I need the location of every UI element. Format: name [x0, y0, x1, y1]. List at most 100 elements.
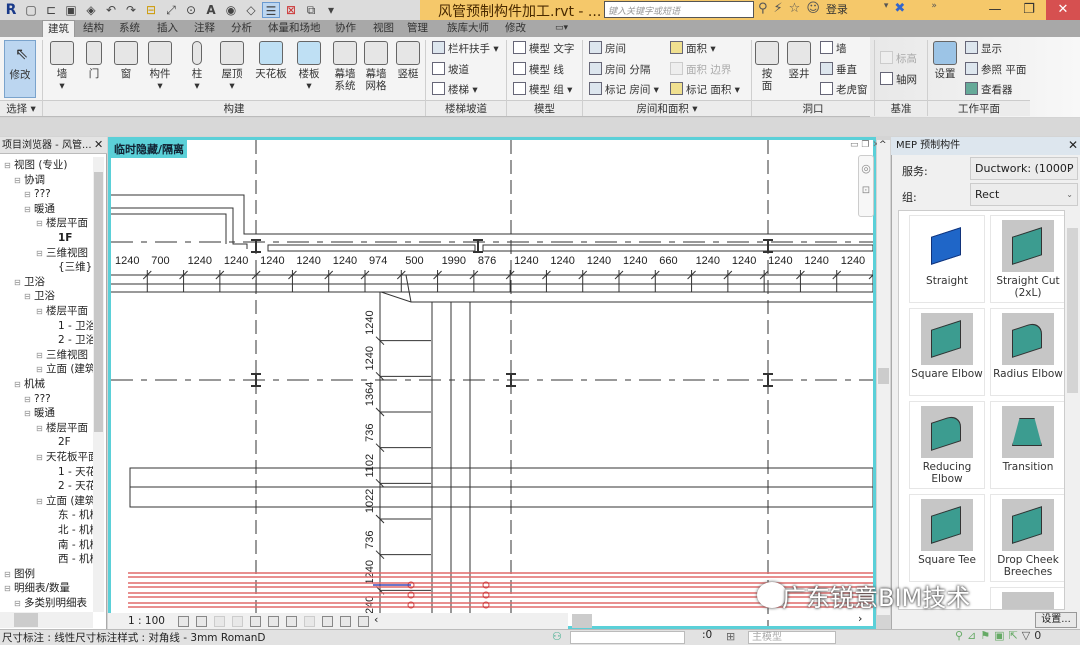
tab-insert[interactable]: 插入: [152, 20, 183, 37]
tree-item[interactable]: 1F: [58, 231, 72, 246]
tree-item[interactable]: 楼层平面: [46, 421, 88, 436]
highlight-displacement-icon[interactable]: [358, 616, 369, 627]
by-face-button[interactable]: 按 面: [753, 39, 781, 92]
view-scale[interactable]: 1 : 100: [128, 613, 165, 630]
part-transition[interactable]: Transition: [990, 401, 1064, 489]
tree-item[interactable]: 暖通: [34, 202, 55, 217]
text-icon[interactable]: A: [202, 2, 220, 18]
grid-button[interactable]: 轴网: [880, 71, 917, 89]
tag-icon[interactable]: ⊙: [182, 2, 200, 18]
stair-button[interactable]: 楼梯 ▾: [432, 81, 478, 99]
close-button[interactable]: ✕: [1046, 0, 1080, 20]
railing-button[interactable]: 栏杆扶手 ▾: [432, 40, 499, 58]
tree-item[interactable]: 卫浴: [24, 275, 45, 290]
shaft-button[interactable]: 竖井: [783, 39, 815, 80]
area-button[interactable]: 面积 ▾: [670, 40, 716, 58]
customize-icon[interactable]: ▾: [322, 2, 340, 18]
tree-item[interactable]: 三维视图: [46, 348, 88, 363]
browser-hscroll-thumb[interactable]: [14, 613, 38, 627]
viewer-button[interactable]: 查看器: [965, 81, 1013, 99]
tree-item[interactable]: {三维}: [58, 260, 92, 275]
revit-logo-icon[interactable]: R: [2, 2, 20, 18]
show-crop-icon[interactable]: [268, 616, 279, 627]
redo-icon[interactable]: ↷: [122, 2, 140, 18]
part-more[interactable]: [990, 587, 1064, 609]
service-dropdown[interactable]: Ductwork: (1000P ⌄: [970, 157, 1078, 180]
gallery-scroll-thumb[interactable]: [1067, 228, 1078, 393]
part-reducing-elbow[interactable]: Reducing Elbow: [909, 401, 985, 489]
room-button[interactable]: 房间: [589, 40, 626, 58]
more-icon[interactable]: »: [931, 1, 937, 17]
detail-level-icon[interactable]: [178, 616, 189, 627]
browser-scroll-thumb[interactable]: [94, 172, 103, 432]
tab-architecture[interactable]: 建筑: [42, 20, 75, 37]
expand-toggle-icon[interactable]: ⊟: [4, 584, 11, 593]
tree-item[interactable]: ???: [34, 187, 51, 202]
minimize-view-icon[interactable]: ▭: [850, 140, 859, 150]
reveal-hidden-icon[interactable]: [322, 616, 333, 627]
visual-style-icon[interactable]: [196, 616, 207, 627]
panel-room-area[interactable]: 房间和面积 ▾: [583, 100, 751, 116]
expand-toggle-icon[interactable]: ⊟: [24, 395, 31, 404]
crop-view-icon[interactable]: [250, 616, 261, 627]
lock-3d-icon[interactable]: [286, 616, 297, 627]
ref-plane-button[interactable]: 参照 平面: [965, 61, 1026, 79]
search-input[interactable]: 键入关键字或短语: [604, 1, 754, 18]
tree-item[interactable]: 天花板平面: [46, 450, 99, 465]
design-options-icon[interactable]: ⊞: [726, 630, 735, 643]
expand-toggle-icon[interactable]: ⊟: [36, 365, 43, 374]
collapse-viewbar-icon[interactable]: ‹: [374, 613, 378, 626]
tab-view[interactable]: 视图: [368, 20, 399, 37]
expand-toggle-icon[interactable]: ⊟: [14, 176, 21, 185]
select-pinned-icon[interactable]: ⚑: [980, 629, 994, 642]
tree-item[interactable]: 机械: [24, 377, 45, 392]
close-hidden-icon[interactable]: ⊠: [282, 2, 300, 18]
tab-massing-site[interactable]: 体量和场地: [263, 20, 326, 37]
expand-toggle-icon[interactable]: ⊟: [24, 205, 31, 214]
tag-area-button[interactable]: 标记 面积 ▾: [670, 81, 740, 99]
level-button[interactable]: 标高: [880, 50, 917, 68]
3d-view-icon[interactable]: ◉: [222, 2, 240, 18]
ramp-button[interactable]: 坡道: [432, 61, 469, 79]
expand-toggle-icon[interactable]: ⊟: [4, 570, 11, 579]
tree-item[interactable]: 协调: [24, 173, 45, 188]
part-square-tee[interactable]: Square Tee: [909, 494, 985, 582]
expand-toggle-icon[interactable]: ⊟: [36, 307, 43, 316]
design-option-dropdown[interactable]: 主模型: [748, 631, 836, 644]
part-straight-cut[interactable]: Straight Cut (2xL): [990, 215, 1064, 303]
modify-button[interactable]: ⇖ 修改: [4, 40, 36, 98]
expand-toggle-icon[interactable]: ⊟: [36, 424, 43, 433]
tab-modify[interactable]: 修改: [500, 20, 531, 37]
drawing-view[interactable]: 1240 700 1240 1240 1240 1240 1240 974 500 1990 876…: [108, 137, 876, 629]
tree-item[interactable]: 暖通: [34, 406, 55, 421]
select-underlay-icon[interactable]: ⊿: [967, 629, 980, 642]
tree-item[interactable]: 视图 (专业): [14, 158, 68, 173]
tab-family-library[interactable]: 族库大师: [442, 20, 494, 37]
tree-item[interactable]: 立面 (建筑: [46, 362, 95, 377]
curtain-grid-button[interactable]: 幕墙 网格: [358, 39, 394, 92]
tree-item[interactable]: 2F: [58, 435, 71, 450]
view-vscroll-thumb[interactable]: [878, 368, 889, 384]
dropdown-icon[interactable]: ▾: [884, 1, 889, 17]
tree-item[interactable]: ???: [34, 392, 51, 407]
part-radius-elbow[interactable]: Radius Elbow: [990, 308, 1064, 396]
binoculars-icon[interactable]: ⚲: [758, 1, 768, 17]
model-group-button[interactable]: 模型 组 ▾: [513, 81, 572, 99]
roof-button[interactable]: 屋顶 ▾: [214, 39, 250, 92]
minimize-button[interactable]: —: [978, 0, 1012, 20]
tree-item[interactable]: 楼层平面: [46, 216, 88, 231]
tree-item[interactable]: 2 - 天花: [58, 479, 96, 494]
tree-item[interactable]: 1 - 卫浴: [58, 319, 96, 334]
view-hscroll-thumb[interactable]: [572, 614, 592, 628]
mullion-button[interactable]: 竖梃: [390, 39, 426, 80]
login-button[interactable]: 登录: [826, 1, 848, 17]
tree-item[interactable]: 三维视图: [46, 246, 88, 261]
tab-manage[interactable]: 管理: [402, 20, 433, 37]
door-button[interactable]: 门: [76, 39, 112, 80]
expand-toggle-icon[interactable]: ⊟: [36, 453, 43, 462]
window-button[interactable]: 窗: [108, 39, 144, 80]
area-boundary-button[interactable]: 面积 边界: [670, 61, 731, 79]
tab-analyze[interactable]: 分析: [226, 20, 257, 37]
panel-select[interactable]: 选择 ▾: [0, 100, 42, 116]
exchange-icon[interactable]: ✖: [894, 1, 905, 17]
